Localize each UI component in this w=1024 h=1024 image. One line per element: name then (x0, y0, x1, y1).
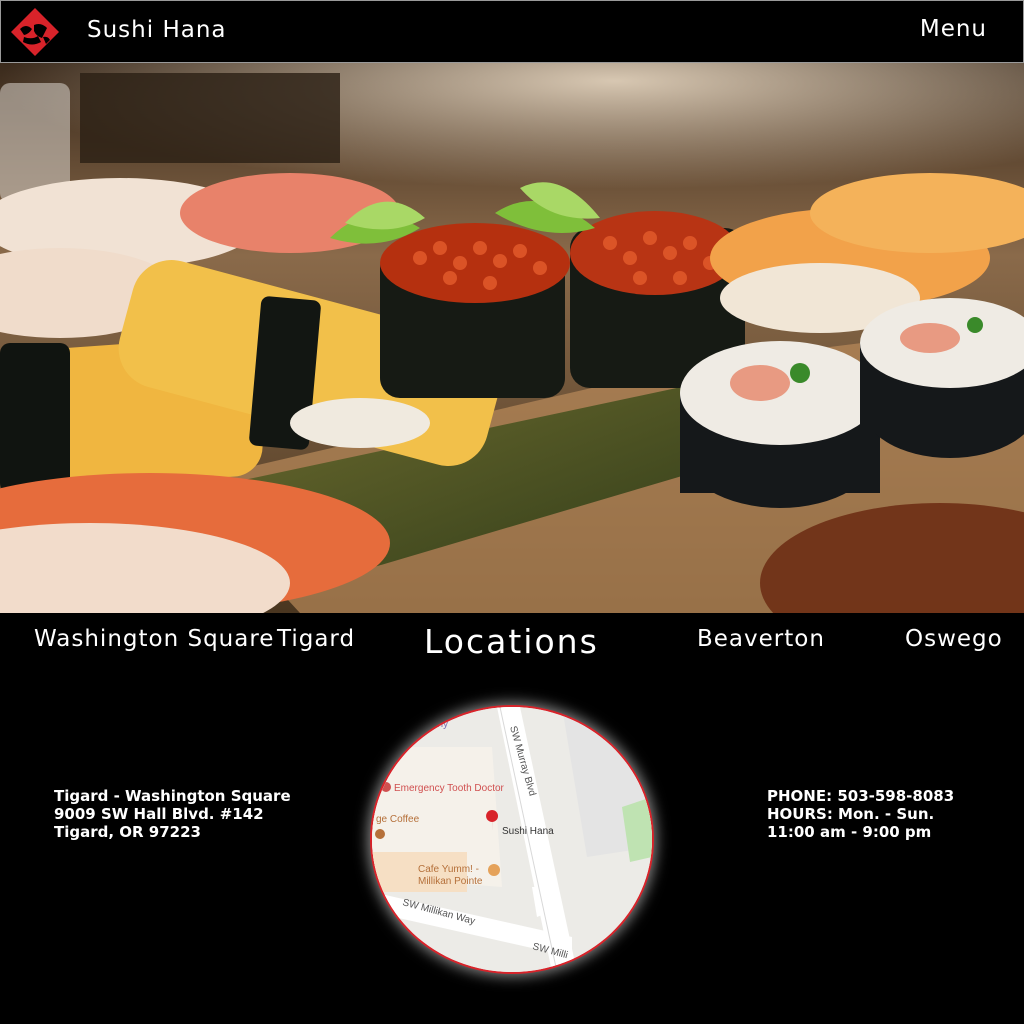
phone-number[interactable]: PHONE: 503-598-8083 (767, 787, 954, 805)
location-map[interactable]: SW Murray Blvd any Emergency Tooth Docto… (372, 707, 652, 972)
map-label-sushi: Sushi Hana (502, 826, 554, 837)
location-name: Tigard - Washington Square (54, 787, 291, 805)
map-label-cafe-2: Millikan Pointe (418, 876, 483, 887)
map-label-cafe-1: Cafe Yumm! - (418, 864, 479, 875)
hours-time: 11:00 am - 9:00 pm (767, 823, 932, 841)
sushi-hana-logo-icon[interactable] (10, 7, 60, 57)
map-label-top: any (432, 719, 448, 730)
hero-image (0, 63, 1024, 613)
address-block: Tigard - Washington Square 9009 SW Hall … (54, 787, 291, 841)
location-beaverton[interactable]: Beaverton (697, 626, 825, 652)
locations-heading: Locations (424, 622, 599, 661)
map-label-emergency: Emergency Tooth Doctor (394, 783, 505, 794)
map-label-coffee: ge Coffee (376, 814, 420, 825)
locations-nav: Washington Square Tigard Locations Beave… (0, 613, 1024, 673)
menu-button[interactable]: Menu (920, 16, 987, 42)
brand-name[interactable]: Sushi Hana (87, 17, 227, 43)
site-header: Sushi Hana Menu (0, 0, 1024, 63)
location-washington-square[interactable]: Washington Square (34, 626, 274, 652)
street-address: 9009 SW Hall Blvd. #142 (54, 805, 264, 823)
hours-days: HOURS: Mon. - Sun. (767, 805, 935, 823)
contact-block: PHONE: 503-598-8083 HOURS: Mon. - Sun. 1… (767, 787, 954, 841)
page: Sushi Hana Menu Washington Square Tigard… (0, 0, 1024, 1024)
location-oswego[interactable]: Oswego (905, 626, 1003, 652)
city-state-zip: Tigard, OR 97223 (54, 823, 201, 841)
location-tigard[interactable]: Tigard (277, 626, 355, 652)
